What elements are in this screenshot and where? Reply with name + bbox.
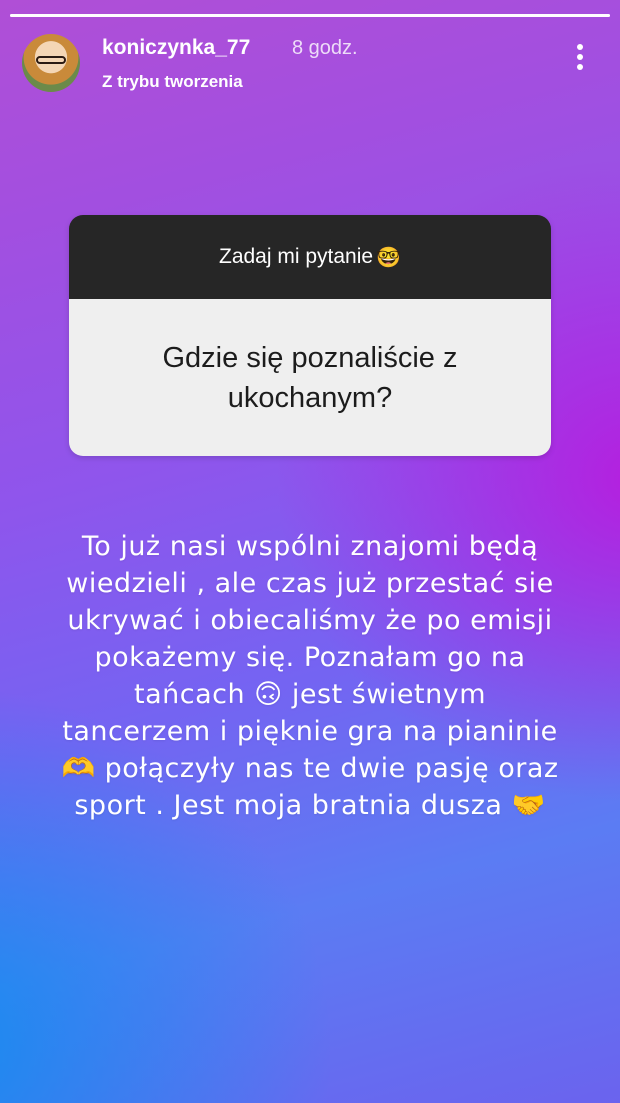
answer-line: tańcach 🙃 jest świetnym — [134, 679, 486, 710]
answer-line: 🫶 połączyły nas te dwie pasję oraz — [61, 753, 559, 784]
answer-line: wiedzieli , ale czas już przestać sie — [66, 568, 554, 599]
answer-line: tancerzem i pięknie gra na pianinie — [62, 716, 558, 747]
answer-line: sport . Jest moja bratnia dusza 🤝 — [74, 790, 546, 821]
question-sticker-header: Zadaj mi pytanie 🤓 — [69, 215, 551, 299]
answer-line: pokażemy się. Poznałam go na — [94, 642, 526, 673]
question-sticker-title: Zadaj mi pytanie — [219, 245, 374, 268]
answer-line: ukrywać i obiecaliśmy że po emisji — [67, 605, 553, 636]
question-text: Gdzie się poznaliście z ukochanym? — [69, 299, 551, 456]
story-source-subtitle: Z trybu tworzenia — [102, 72, 243, 91]
answer-line: To już nasi wspólni znajomi będą — [81, 531, 539, 562]
nerd-face-emoji: 🤓 — [376, 246, 401, 269]
question-sticker: Zadaj mi pytanie 🤓 Gdzie się poznaliście … — [69, 215, 551, 456]
answer-text: To już nasi wspólni znajomi będą wiedzie… — [20, 528, 600, 824]
story-header: koniczynka_77 8 godz. Z trybu tworzenia — [22, 32, 600, 96]
username[interactable]: koniczynka_77 — [102, 36, 250, 60]
more-vertical-icon[interactable] — [574, 44, 586, 78]
story-progress-bar — [10, 14, 610, 17]
post-time: 8 godz. — [292, 37, 358, 59]
avatar-glasses — [36, 56, 66, 64]
avatar[interactable] — [22, 34, 80, 92]
story-progress-fill — [10, 14, 610, 17]
